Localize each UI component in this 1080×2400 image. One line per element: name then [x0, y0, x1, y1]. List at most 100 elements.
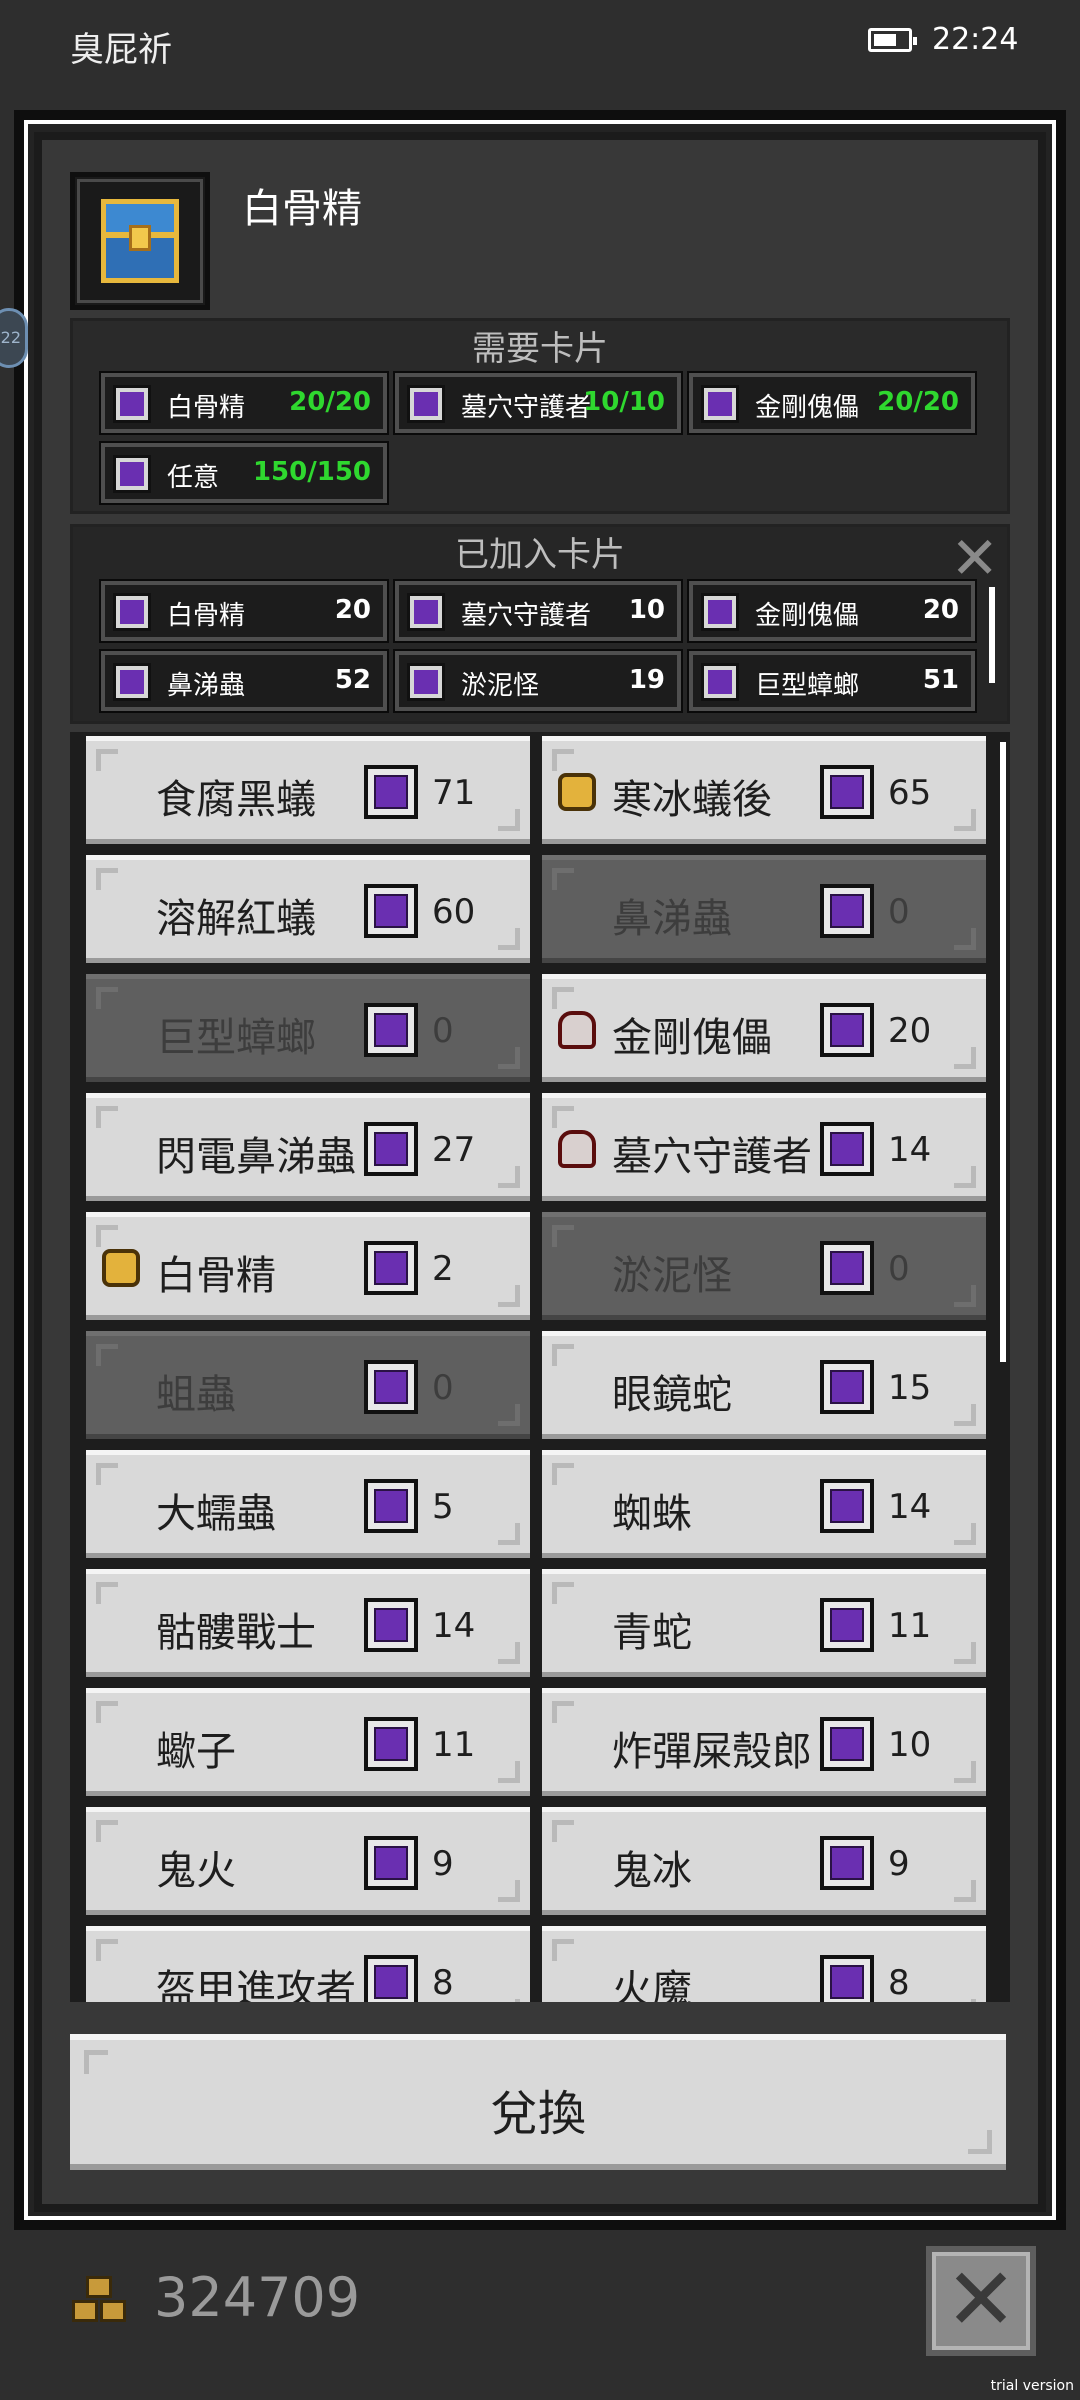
card-chip-name: 金剛傀儡: [755, 393, 860, 423]
exchange-button[interactable]: 兌換: [70, 2034, 1006, 2170]
card-chip-value: 10: [628, 595, 665, 625]
monster-card-cell[interactable]: 寒冰蟻後 65: [542, 736, 986, 844]
card-icon: [364, 1836, 418, 1890]
monster-name: 炸彈屎殼郎: [612, 1729, 812, 1775]
trial-watermark: trial version: [990, 2378, 1074, 2394]
monster-card-cell[interactable]: 閃電鼻涕蟲 27: [86, 1093, 530, 1201]
monster-card-cell[interactable]: 白骨精 2: [86, 1212, 530, 1320]
close-button[interactable]: ✕: [926, 2246, 1036, 2356]
card-icon: [364, 1122, 418, 1176]
card-icon: [820, 1598, 874, 1652]
monster-card-count: 71: [432, 773, 476, 813]
boss-name: 白骨精: [242, 186, 362, 232]
card-icon: [701, 593, 739, 631]
required-cards-title: 需要卡片: [472, 329, 608, 369]
card-icon: [820, 1122, 874, 1176]
monster-card-cell[interactable]: 眼鏡蛇 15: [542, 1331, 986, 1439]
status-time: 22:24: [932, 22, 1019, 57]
monster-name: 溶解紅蟻: [156, 896, 316, 942]
treasure-chest-icon: [101, 199, 179, 283]
card-chip: 鼻涕蟲 52: [99, 649, 389, 713]
monster-card-cell[interactable]: 骷髏戰士 14: [86, 1569, 530, 1677]
card-chip-name: 白骨精: [167, 393, 246, 423]
monster-list-scrollbar[interactable]: [1000, 742, 1006, 1362]
monster-card-cell[interactable]: 大蠕蟲 5: [86, 1450, 530, 1558]
monster-card-cell[interactable]: 蠍子 11: [86, 1688, 530, 1796]
card-icon: [407, 663, 445, 701]
card-icon: [820, 765, 874, 819]
monster-card-cell[interactable]: 盔甲進攻者 8: [86, 1926, 530, 2002]
monster-card-cell[interactable]: 溶解紅蟻 60: [86, 855, 530, 963]
monster-card-cell[interactable]: 火魔 8: [542, 1926, 986, 2002]
added-cards-scrollbar[interactable]: [989, 587, 995, 683]
card-chip: 任意 150/150: [99, 441, 389, 505]
monster-card-count: 8: [432, 1963, 454, 2002]
card-chip-value: 52: [334, 665, 371, 695]
monster-card-cell[interactable]: 炸彈屎殼郎 10: [542, 1688, 986, 1796]
required-cards-section: 需要卡片 白骨精 20/20 墓穴守護者 10/10 金剛傀儡 20/20 任意 150/15…: [70, 318, 1010, 514]
monster-card-count: 11: [432, 1725, 476, 1765]
card-chip-name: 金剛傀儡: [755, 601, 860, 631]
monster-name: 蛆蟲: [156, 1372, 236, 1418]
status-bar: 臭屁祈 22:24: [0, 0, 1080, 88]
card-chip-name: 墓穴守護者: [461, 393, 592, 423]
clear-added-icon[interactable]: ✕: [950, 529, 999, 587]
monster-name: 鬼冰: [612, 1848, 692, 1894]
monster-card-count: 0: [888, 892, 910, 932]
card-icon: [701, 385, 739, 423]
card-icon: [364, 1717, 418, 1771]
monster-card-cell[interactable]: 蜘蛛 14: [542, 1450, 986, 1558]
monster-name: 蠍子: [156, 1729, 236, 1775]
gold-amount: 324709: [154, 2266, 361, 2329]
card-icon: [820, 1836, 874, 1890]
card-chip-value: 10/10: [583, 387, 665, 417]
monster-card-cell[interactable]: 食腐黑蟻 71: [86, 736, 530, 844]
card-chip: 墓穴守護者 10/10: [393, 371, 683, 435]
monster-card-cell[interactable]: 金剛傀儡 20: [542, 974, 986, 1082]
card-icon: [113, 455, 151, 493]
monster-card-count: 27: [432, 1130, 476, 1170]
added-cards-title: 已加入卡片: [455, 535, 625, 575]
card-icon: [701, 663, 739, 701]
card-icon: [364, 1241, 418, 1295]
monster-name: 鼻涕蟲: [612, 896, 732, 942]
card-icon: [407, 385, 445, 423]
card-icon: [820, 1003, 874, 1057]
monster-card-count: 60: [432, 892, 476, 932]
card-chip-value: 19: [628, 665, 665, 695]
card-icon: [113, 593, 151, 631]
monster-name: 青蛇: [612, 1610, 692, 1656]
monster-card-cell[interactable]: 青蛇 11: [542, 1569, 986, 1677]
card-icon: [113, 663, 151, 701]
card-chip-value: 20: [922, 595, 959, 625]
monster-name: 寒冰蟻後: [612, 777, 772, 823]
card-icon: [364, 1955, 418, 2002]
close-icon: ✕: [944, 2250, 1018, 2350]
monster-name: 食腐黑蟻: [156, 777, 316, 823]
monster-name: 骷髏戰士: [156, 1610, 316, 1656]
monster-card-count: 5: [432, 1487, 454, 1527]
monster-name: 金剛傀儡: [612, 1015, 772, 1061]
card-chip: 巨型蟑螂 51: [687, 649, 977, 713]
side-tab[interactable]: 22: [0, 308, 28, 368]
added-cards-section: 已加入卡片 ✕ 白骨精 20 墓穴守護者 10 金剛傀儡 20 鼻涕蟲 52 淤泥怪 19 巨型蟑螂…: [70, 524, 1010, 724]
card-icon: [364, 1479, 418, 1533]
monster-card-cell[interactable]: 鬼冰 9: [542, 1807, 986, 1915]
monster-card-count: 15: [888, 1368, 932, 1408]
monster-card-cell: 淤泥怪 0: [542, 1212, 986, 1320]
card-icon: [113, 385, 151, 423]
card-icon: [407, 593, 445, 631]
monster-card-cell[interactable]: 鬼火 9: [86, 1807, 530, 1915]
monster-card-cell: 鼻涕蟲 0: [542, 855, 986, 963]
monster-card-count: 65: [888, 773, 932, 813]
card-icon: [820, 1479, 874, 1533]
monster-card-count: 0: [888, 1249, 910, 1289]
card-icon: [820, 884, 874, 938]
monster-card-cell[interactable]: 墓穴守護者 14: [542, 1093, 986, 1201]
boss-gold-icon: [558, 773, 596, 811]
card-icon: [820, 1717, 874, 1771]
gold-coins-icon: [72, 2276, 132, 2328]
card-chip-value: 51: [922, 665, 959, 695]
monster-card-count: 20: [888, 1011, 932, 1051]
monster-card-list[interactable]: 食腐黑蟻 71 寒冰蟻後 65 溶解紅蟻 60 鼻涕蟲 0 巨型蟑螂 0 金剛傀儡 20 閃電鼻涕蟲 27…: [70, 732, 1010, 2002]
